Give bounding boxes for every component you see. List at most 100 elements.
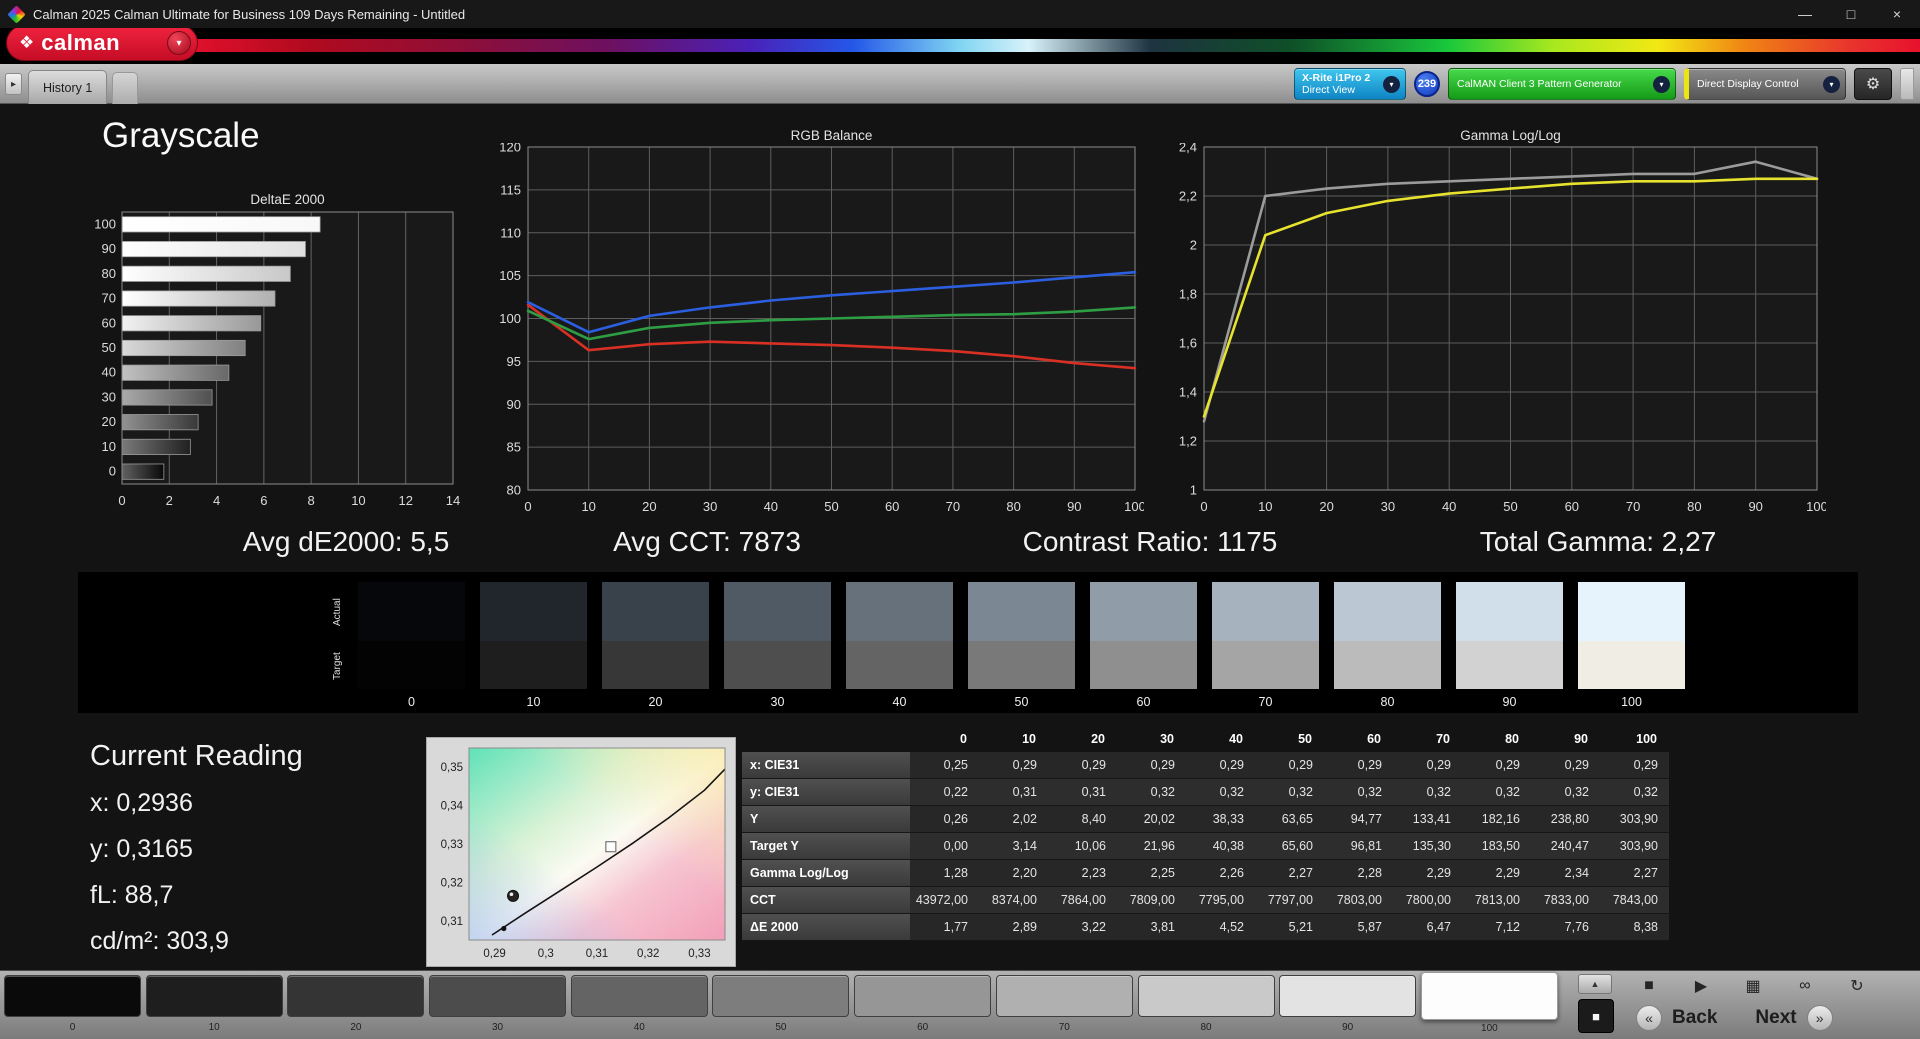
deltae-chart-title: DeltaE 2000 <box>250 192 325 207</box>
table-cell: 0,29 <box>1255 752 1324 779</box>
meter-dropdown[interactable]: X-Rite i1Pro 2 Direct View ▾ <box>1294 68 1406 100</box>
table-cell: 43972,00 <box>910 887 979 914</box>
axis-tick-label: 30 <box>703 499 717 514</box>
meter-name: X-Rite i1Pro 2 <box>1302 71 1371 84</box>
new-tab-button[interactable] <box>112 72 138 104</box>
pattern-window-button[interactable]: ■ <box>1578 999 1614 1033</box>
target-row-label: Target <box>332 652 343 680</box>
continuous-loop-icon[interactable]: ∞ <box>1786 973 1824 999</box>
table-row-label: y: CIE31 <box>742 779 910 806</box>
next-chevron-button[interactable]: » <box>1806 1005 1833 1031</box>
table-cell: 6,47 <box>1393 914 1462 941</box>
table-col-header: 90 <box>1574 732 1588 746</box>
refresh-icon[interactable]: ↻ <box>1838 973 1876 999</box>
patch-button-20[interactable]: 20 <box>287 975 425 1034</box>
table-col-header: 40 <box>1229 732 1243 746</box>
swatch-level-label: 60 <box>1136 695 1151 709</box>
toolbar-right-cluster: X-Rite i1Pro 2 Direct View ▾ 239 CalMAN … <box>1294 68 1914 100</box>
swatch-actual-color <box>1456 582 1563 641</box>
patch-button-90[interactable]: 90 <box>1279 975 1417 1034</box>
swatch-level-label: 30 <box>770 695 785 709</box>
patch-button-0[interactable]: 0 <box>4 975 141 1034</box>
patch-color <box>429 975 567 1017</box>
table-cell: 7843,00 <box>1600 887 1669 914</box>
toolbar-overflow[interactable] <box>1900 68 1914 100</box>
meter-count-badge[interactable]: 239 <box>1414 71 1440 97</box>
table-cell: 7813,00 <box>1462 887 1531 914</box>
table-cell: 0,32 <box>1600 779 1669 806</box>
deltae-bar-40 <box>121 364 230 381</box>
grayscale-swatch-20: 20 <box>602 582 709 709</box>
axis-tick-label: 90 <box>1748 499 1762 514</box>
table-col-header: 100 <box>1636 732 1657 746</box>
table-cell: 0,29 <box>1462 752 1531 779</box>
back-chevron-button[interactable]: « <box>1636 1005 1662 1031</box>
panel-collapse-button[interactable]: ▲ <box>1578 974 1612 994</box>
patch-button-100[interactable]: 100 <box>1420 972 1558 1034</box>
tab-bar: ▸ History 1 X-Rite i1Pro 2 Direct View ▾… <box>0 64 1920 104</box>
back-button[interactable]: Back <box>1672 1007 1717 1029</box>
swatch-level-label: 20 <box>648 695 663 709</box>
tab-history-1[interactable]: History 1 <box>28 70 108 104</box>
swatch-level-label: 40 <box>892 695 907 709</box>
calman-logo-button[interactable]: ❖ calman ▾ <box>6 25 198 61</box>
swatch-actual-color <box>846 582 953 641</box>
table-cell: 7,76 <box>1531 914 1600 941</box>
patch-button-40[interactable]: 40 <box>570 975 708 1034</box>
swatch-target-color <box>968 641 1075 689</box>
patch-color <box>1279 975 1417 1017</box>
chevron-right-icon: » <box>1815 1010 1824 1026</box>
patch-button-30[interactable]: 30 <box>429 975 567 1034</box>
table-col-header: 70 <box>1436 732 1450 746</box>
maximize-button[interactable]: □ <box>1828 0 1874 28</box>
close-button[interactable]: × <box>1874 0 1920 28</box>
navigation-controls: « Back Next » <box>1636 1005 1833 1031</box>
measurement-table: 0 10 20 30 40 50 60 70 80 90 100 x: CIE31 0,25 0,29 0,… <box>742 726 1670 941</box>
table-cell: 238,80 <box>1531 806 1600 833</box>
pattern-generator-dropdown[interactable]: CalMAN Client 3 Pattern Generator ▾ <box>1448 68 1676 100</box>
patch-button-50[interactable]: 50 <box>712 975 850 1034</box>
stop-icon[interactable]: ■ <box>1630 973 1668 999</box>
swatch-target-color <box>1578 641 1685 689</box>
axis-tick-label: 10 <box>1258 499 1272 514</box>
axis-tick-label: 10 <box>351 493 365 508</box>
table-row: CCT 43972,00 8374,00 7864,00 7809,00 7795,00 7… <box>742 887 1670 914</box>
axis-tick-label: 70 <box>1626 499 1640 514</box>
table-cell: 40,38 <box>1186 833 1255 860</box>
grayscale-swatch-30: 30 <box>724 582 831 709</box>
settings-button[interactable]: ⚙ <box>1854 68 1892 100</box>
axis-tick-label: 0,31 <box>586 948 608 960</box>
axis-tick-label: 0,31 <box>441 916 463 928</box>
axis-tick-label: 0,34 <box>441 801 464 813</box>
table-cell: 2,27 <box>1600 860 1669 887</box>
deltae-bar-30 <box>121 389 213 406</box>
spectrum-gradient-bar <box>172 39 1920 52</box>
axis-tick-label: 50 <box>1503 499 1517 514</box>
patch-button-10[interactable]: 10 <box>145 975 283 1034</box>
table-cell: 8,40 <box>1048 806 1117 833</box>
table-row: x: CIE31 0,25 0,29 0,29 0,29 0,29 0,29 0,29 0,29… <box>742 752 1670 779</box>
table-cell: 7795,00 <box>1186 887 1255 914</box>
table-cell: 3,81 <box>1117 914 1186 941</box>
swatch-actual-color <box>1212 582 1319 641</box>
swatch-target-color <box>846 641 953 689</box>
play-icon[interactable]: ▶ <box>1682 973 1720 999</box>
deltae-bar-20 <box>121 414 199 431</box>
table-cell: 0,22 <box>910 779 979 806</box>
swatch-actual-color <box>480 582 587 641</box>
patch-button-70[interactable]: 70 <box>995 975 1133 1034</box>
table-cell: 0,31 <box>1048 779 1117 806</box>
table-cell: 0,29 <box>1117 752 1186 779</box>
calman-app-window: Calman 2025 Calman Ultimate for Business… <box>0 0 1920 1039</box>
minimize-button[interactable]: — <box>1782 0 1828 28</box>
title-bar: Calman 2025 Calman Ultimate for Business… <box>0 0 1920 28</box>
save-icon[interactable]: ▦ <box>1734 973 1772 999</box>
axis-tick-label: 90 <box>102 241 116 256</box>
table-cell: 7864,00 <box>1048 887 1117 914</box>
patch-button-60[interactable]: 60 <box>854 975 992 1034</box>
next-button[interactable]: Next <box>1755 1007 1796 1029</box>
display-control-dropdown[interactable]: Direct Display Control ▾ <box>1684 68 1846 100</box>
patch-button-80[interactable]: 80 <box>1137 975 1275 1034</box>
logo-menu-button[interactable]: ▾ <box>167 31 191 55</box>
page-nav-button[interactable]: ▸ <box>5 73 22 95</box>
